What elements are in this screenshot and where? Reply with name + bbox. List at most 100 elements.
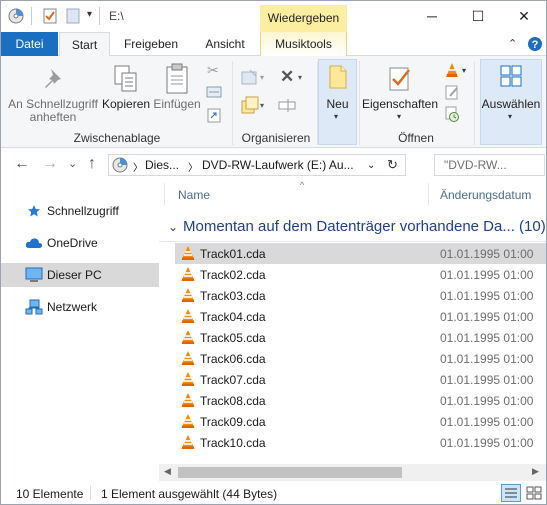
properties-dropdown-icon[interactable]: ▾: [397, 112, 401, 121]
pin-quick-access-button[interactable]: An Schnellzugriff anheften: [5, 98, 101, 124]
details-view-icon[interactable]: [501, 484, 521, 502]
nav-item-quick-access[interactable]: Schnellzugriff: [1, 199, 159, 223]
copy-button[interactable]: Kopieren: [102, 98, 150, 111]
scroll-left-arrow-icon[interactable]: ◀: [164, 466, 171, 477]
breadcrumb-separator-icon[interactable]: 〉: [133, 159, 143, 174]
address-dropdown-icon[interactable]: ⌄: [367, 160, 375, 171]
navigation-pane: Schnellzugriff OneDrive Dieser PC Netzwe…: [1, 181, 159, 482]
file-row[interactable]: Track03.cda 01.01.1995 01:00: [175, 285, 546, 306]
column-header-name[interactable]: Name: [178, 188, 210, 202]
file-date: 01.01.1995 01:00: [440, 331, 534, 345]
horizontal-scrollbar[interactable]: ◀ ▶: [159, 464, 546, 481]
properties-check-icon[interactable]: [42, 8, 58, 24]
search-input[interactable]: "DVD-RW...: [434, 154, 545, 176]
tab-freigeben[interactable]: Freigeben: [115, 32, 187, 56]
tab-datei[interactable]: Datei: [1, 32, 58, 56]
file-name: Track08.cda: [200, 394, 266, 408]
copy-to-icon[interactable]: [241, 96, 259, 114]
breadcrumb-dvd-drive[interactable]: DVD-RW-Laufwerk (E:) Au...: [202, 158, 354, 172]
forward-button[interactable]: →: [42, 155, 58, 173]
rename-icon[interactable]: [278, 97, 296, 113]
file-row[interactable]: Track10.cda 01.01.1995 01:00: [175, 432, 546, 453]
organize-group-label: Organisieren: [241, 131, 311, 145]
file-name: Track03.cda: [200, 289, 266, 303]
cut-icon[interactable]: ✂: [207, 62, 219, 79]
nav-item-this-pc[interactable]: Dieser PC: [1, 263, 159, 287]
pin-icon: [45, 69, 61, 88]
refresh-icon[interactable]: ↻: [387, 157, 398, 173]
tab-musiktools[interactable]: Musiktools: [260, 32, 347, 56]
select-dropdown-icon[interactable]: ▾: [508, 112, 512, 121]
copy-icon: [114, 65, 137, 92]
copy-to-dropdown-icon[interactable]: ▾: [260, 101, 264, 110]
minimize-button[interactable]: ─: [409, 1, 455, 32]
vlc-open-icon[interactable]: [444, 62, 460, 78]
new-item-icon: [329, 65, 347, 89]
delete-dropdown-icon[interactable]: ▾: [298, 73, 302, 82]
column-header-date[interactable]: Änderungsdatum: [440, 188, 531, 202]
sort-indicator-icon: ^: [300, 180, 305, 190]
tab-start[interactable]: Start: [59, 32, 110, 57]
nav-item-network[interactable]: Netzwerk: [1, 295, 159, 319]
large-icons-view-icon[interactable]: [525, 484, 543, 502]
breadcrumb-this-pc[interactable]: Dies...: [145, 158, 179, 172]
vlc-file-icon: [181, 246, 195, 260]
paste-button[interactable]: Einfügen: [152, 98, 202, 111]
new-folder-icon[interactable]: [65, 8, 81, 24]
file-date: 01.01.1995 01:00: [440, 247, 534, 261]
delete-icon[interactable]: ✕: [280, 67, 294, 87]
file-row[interactable]: Track01.cda 01.01.1995 01:00: [175, 243, 546, 264]
column-separator: [164, 183, 165, 205]
cd-drive-icon[interactable]: [8, 8, 24, 24]
open-group-label: Öffnen: [398, 131, 434, 145]
close-button[interactable]: ✕: [501, 1, 547, 32]
new-dropdown-icon[interactable]: ▾: [334, 112, 338, 121]
properties-icon: [389, 67, 410, 91]
file-row[interactable]: Track06.cda 01.01.1995 01:00: [175, 348, 546, 369]
recent-locations-button[interactable]: ⌄: [68, 157, 77, 170]
copy-path-icon[interactable]: [206, 86, 222, 98]
new-button[interactable]: Neu: [318, 98, 357, 111]
breadcrumb-separator-icon[interactable]: 〉: [188, 159, 198, 174]
network-icon: [25, 299, 43, 315]
cd-drive-icon: [112, 157, 128, 173]
group-divider: [159, 241, 546, 242]
collapse-ribbon-icon[interactable]: ⌃: [508, 37, 517, 50]
file-row[interactable]: Track08.cda 01.01.1995 01:00: [175, 390, 546, 411]
open-dropdown-icon[interactable]: ▾: [462, 66, 466, 75]
move-to-icon[interactable]: [241, 68, 259, 86]
nav-item-onedrive[interactable]: OneDrive: [1, 231, 159, 255]
vlc-file-icon: [181, 372, 195, 386]
nav-item-label: Dieser PC: [47, 268, 102, 282]
scrollbar-thumb[interactable]: [178, 467, 402, 478]
file-row[interactable]: Track09.cda 01.01.1995 01:00: [175, 411, 546, 432]
history-icon[interactable]: [444, 106, 460, 122]
back-button[interactable]: ←: [14, 155, 30, 173]
edit-icon[interactable]: [444, 84, 460, 100]
file-date: 01.01.1995 01:00: [440, 394, 534, 408]
help-icon[interactable]: ?: [527, 36, 543, 52]
file-row[interactable]: Track07.cda 01.01.1995 01:00: [175, 369, 546, 390]
file-row[interactable]: Track05.cda 01.01.1995 01:00: [175, 327, 546, 348]
column-separator[interactable]: [428, 183, 429, 205]
properties-button[interactable]: Eigenschaften: [361, 98, 439, 111]
file-row[interactable]: Track02.cda 01.01.1995 01:00: [175, 264, 546, 285]
file-name: Track01.cda: [200, 247, 266, 261]
tab-ansicht[interactable]: Ansicht: [195, 32, 255, 56]
qa-customize-icon[interactable]: ▾: [87, 9, 92, 20]
group-header[interactable]: Momentan auf dem Datenträger vorhandene …: [183, 218, 546, 235]
maximize-button[interactable]: ☐: [455, 1, 501, 32]
group-collapse-chevron-icon[interactable]: ⌄: [168, 220, 178, 234]
scroll-right-arrow-icon[interactable]: ▶: [532, 466, 539, 477]
file-date: 01.01.1995 01:00: [440, 310, 534, 324]
file-name: Track10.cda: [200, 436, 266, 450]
select-button[interactable]: Auswählen: [480, 98, 542, 111]
up-button[interactable]: ↑: [88, 155, 96, 173]
move-to-dropdown-icon[interactable]: ▾: [260, 73, 264, 82]
file-name: Track09.cda: [200, 415, 266, 429]
address-bar[interactable]: 〉 Dies... 〉 DVD-RW-Laufwerk (E:) Au... ⌄…: [108, 154, 406, 176]
file-row[interactable]: Track04.cda 01.01.1995 01:00: [175, 306, 546, 327]
window-title: E:\: [109, 9, 124, 23]
status-bar: 10 Elemente 1 Element ausgewählt (44 Byt…: [1, 482, 546, 504]
paste-shortcut-icon[interactable]: [207, 107, 221, 123]
